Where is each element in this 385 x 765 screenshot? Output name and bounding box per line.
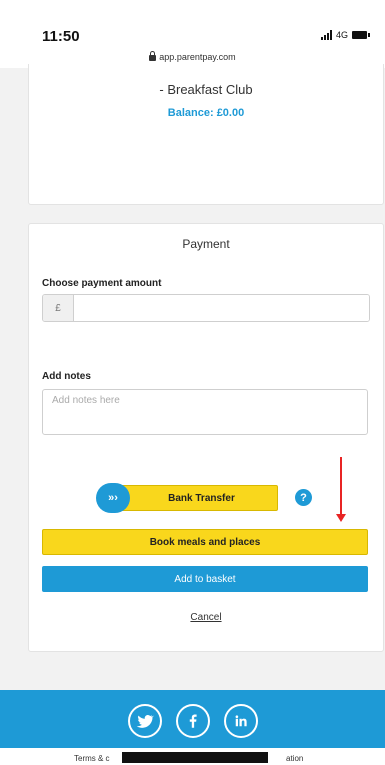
twitter-icon[interactable] (127, 704, 162, 738)
currency-symbol: £ (43, 295, 74, 321)
bank-transfer-button[interactable]: Bank Transfer »› (96, 483, 278, 513)
signal-icon (320, 30, 332, 40)
status-icons: 4G (320, 30, 370, 40)
lock-icon (149, 51, 157, 61)
help-icon[interactable]: ? (295, 489, 312, 506)
amount-label: Choose payment amount (42, 278, 162, 289)
book-meals-button[interactable]: Book meals and places (42, 529, 368, 555)
bank-transfer-label: Bank Transfer (109, 485, 278, 511)
status-bar: 11:50 4G app.parentpay.com (0, 0, 385, 68)
linkedin-icon[interactable] (223, 704, 258, 738)
bank-transfer-icon: »› (96, 483, 130, 513)
footer-text-end[interactable]: ation (286, 754, 303, 763)
balance-text: Balance: £0.00 (167, 107, 245, 119)
footer-text-start[interactable]: Terms & c (74, 754, 110, 763)
footer-links: Terms & c ation (0, 748, 385, 765)
social-links (0, 704, 385, 738)
footer: Terms & c ation (0, 690, 385, 765)
notes-input[interactable] (42, 389, 368, 435)
status-time: 11:50 (42, 28, 80, 45)
item-card: - Breakfast Club Balance: £0.00 (28, 64, 384, 205)
notes-label: Add notes (42, 371, 91, 382)
item-name: - Breakfast Club (159, 82, 253, 97)
redacted-block (122, 752, 268, 763)
cancel-link[interactable]: Cancel (29, 612, 383, 623)
red-arrow-annotation (336, 457, 346, 522)
amount-input-group: £ (42, 294, 370, 322)
network-type: 4G (335, 30, 348, 40)
payment-card: Payment Choose payment amount £ Add note… (28, 223, 384, 652)
payment-title: Payment (182, 237, 230, 251)
address-bar[interactable]: app.parentpay.com (0, 51, 385, 62)
add-to-basket-button[interactable]: Add to basket (42, 566, 368, 592)
amount-input[interactable] (74, 295, 369, 321)
url-text: app.parentpay.com (159, 52, 236, 62)
facebook-icon[interactable] (175, 704, 210, 738)
battery-icon (352, 31, 370, 39)
